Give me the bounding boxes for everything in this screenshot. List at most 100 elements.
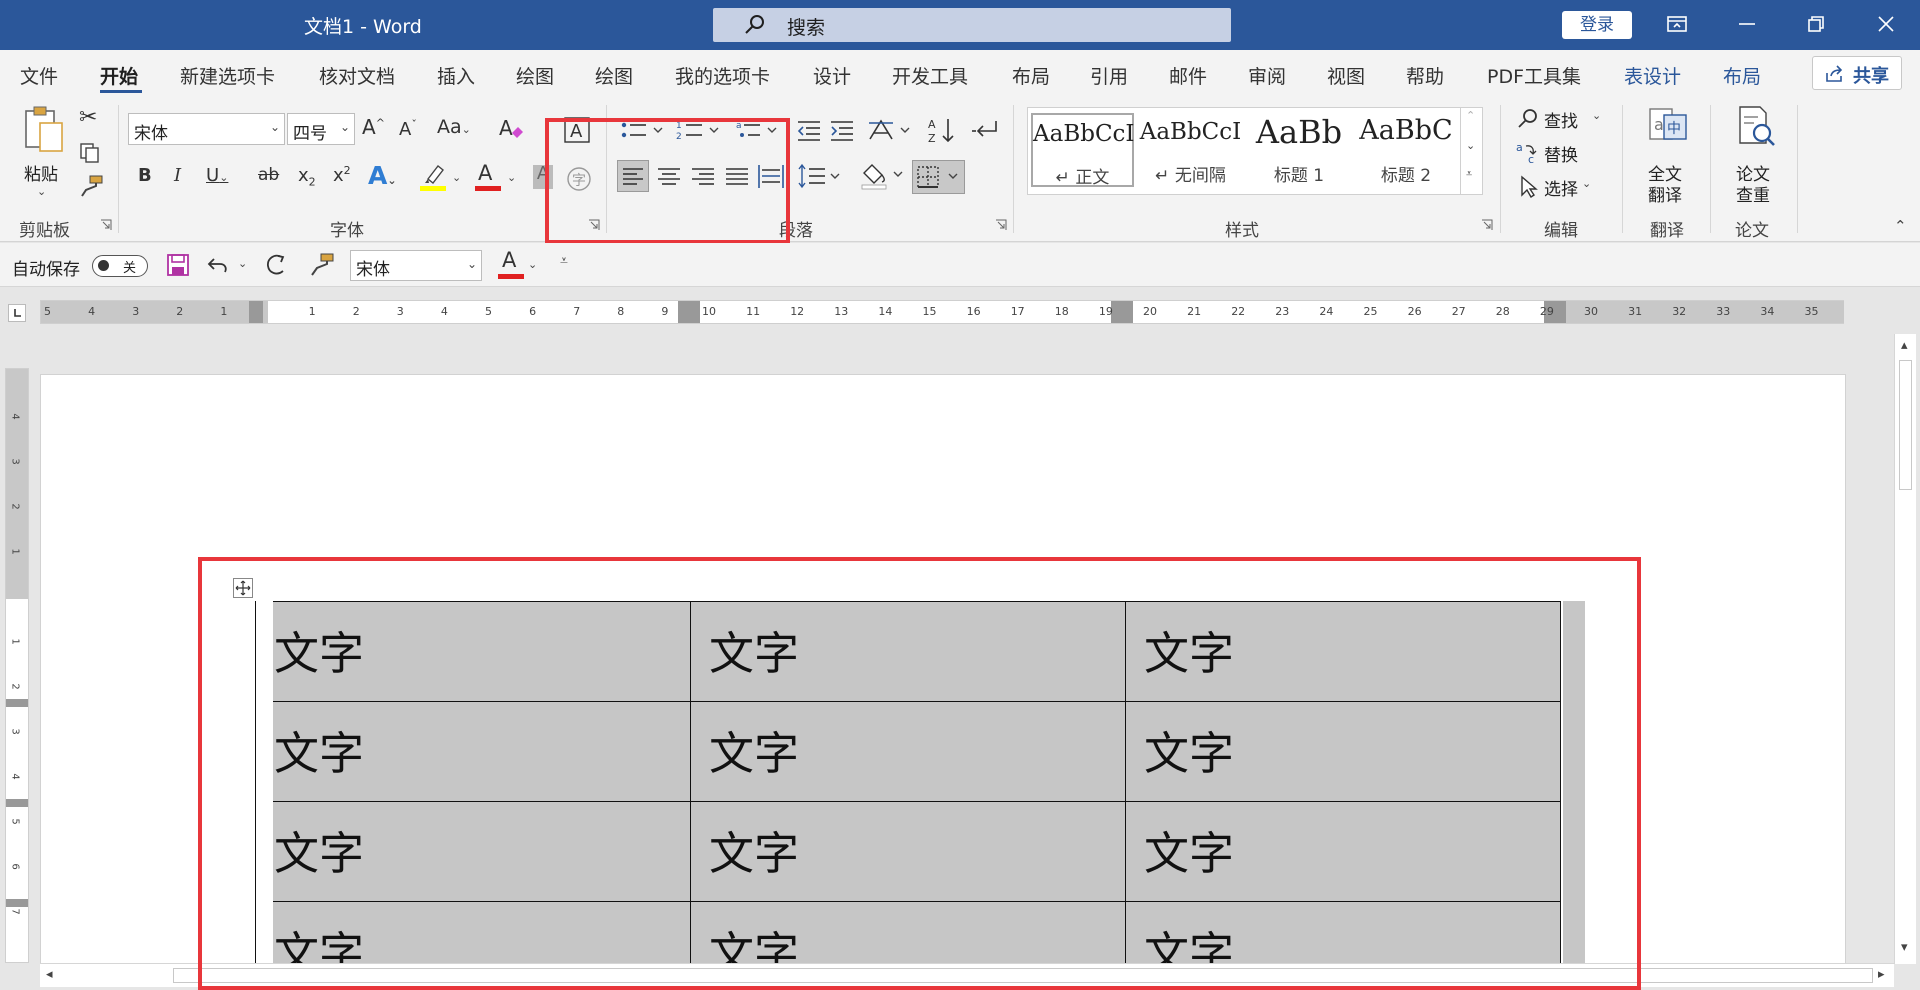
tab-new-tab[interactable]: 新建选项卡 (180, 62, 275, 89)
scroll-left-icon[interactable]: ◂ (46, 967, 53, 982)
chinese-layout-icon[interactable] (867, 117, 913, 143)
tab-table-design[interactable]: 表设计 (1624, 62, 1681, 89)
select-button[interactable]: 选择 ⌄ (1516, 173, 1602, 201)
styles-dialog-launcher-icon[interactable] (1481, 219, 1493, 231)
font-name-select[interactable]: 宋体 ⌄ (128, 113, 285, 145)
row-marker[interactable] (6, 899, 28, 907)
tab-draw-2[interactable]: 绘图 (595, 62, 633, 89)
decrease-indent-icon[interactable] (796, 119, 822, 143)
font-color-icon: A (502, 248, 517, 272)
expand-gallery-icon[interactable]: ⩡ (1466, 167, 1472, 181)
share-button[interactable]: 共享 (1812, 56, 1902, 90)
paste-button[interactable]: 粘贴 ⌄ (18, 105, 68, 201)
qat-font-select[interactable]: 宋体 ⌄ (350, 250, 482, 281)
highlight-color-button[interactable]: ⌄ (420, 163, 461, 197)
row-marker[interactable] (6, 799, 28, 807)
cut-icon[interactable]: ✂ (79, 107, 97, 129)
font-color-button[interactable]: A ⌄ (475, 163, 516, 197)
tab-pdf-tools[interactable]: PDF工具集 (1487, 62, 1581, 89)
find-button[interactable]: 查找 ⌄ (1516, 105, 1602, 133)
text-effects-icon[interactable]: A⌄ (368, 163, 397, 188)
paragraph-dialog-launcher-icon[interactable] (995, 219, 1007, 231)
font-size-select[interactable]: 四号 ⌄ (287, 113, 355, 145)
scroll-right-icon[interactable]: ▸ (1878, 967, 1885, 982)
tab-home[interactable]: 开始 (100, 62, 138, 89)
format-painter-icon[interactable] (78, 174, 104, 198)
tab-layout[interactable]: 布局 (1012, 62, 1050, 89)
scroll-down-icon[interactable]: ⌄ (1466, 139, 1475, 152)
paste-dropdown-arrow: ⌄ (37, 185, 47, 198)
row-marker[interactable] (6, 699, 28, 707)
copy-icon[interactable] (78, 141, 102, 165)
restore-button[interactable] (1786, 0, 1846, 50)
column-marker[interactable] (249, 301, 263, 323)
scroll-down-icon[interactable]: ▾ (1901, 940, 1908, 955)
highlight-color-bar (420, 186, 446, 191)
thesis-check-button[interactable]: 论文 查重 (1728, 105, 1784, 206)
tab-proofread[interactable]: 核对文档 (319, 62, 395, 89)
horizontal-ruler[interactable]: 5 4 3 2 1 1 2 3 4 5 6 7 8 9 10 11 12 13 14 15 16 17 18 19 20 21 22… (40, 300, 1844, 324)
format-painter-qat-icon[interactable] (308, 252, 336, 278)
clipboard-dialog-launcher-icon[interactable] (100, 219, 112, 231)
tab-table-layout[interactable]: 布局 (1723, 62, 1761, 89)
grow-font-icon[interactable]: A^ (362, 117, 385, 137)
scroll-up-icon[interactable]: ▴ (1901, 338, 1908, 353)
close-button[interactable] (1856, 0, 1916, 50)
vertical-scrollbar[interactable]: ▴ ▾ (1894, 334, 1916, 964)
style-card-no-spacing[interactable]: AaBbCcI ↵ 无间隔 (1138, 113, 1243, 187)
superscript-icon[interactable]: x2 (333, 165, 351, 185)
group-separator (118, 105, 119, 233)
underline-icon[interactable]: U⌄ (206, 167, 228, 185)
subscript-icon[interactable]: x2 (298, 167, 316, 188)
style-card-heading-2[interactable]: AaBbC 标题 2 (1354, 113, 1458, 187)
tab-developer[interactable]: 开发工具 (892, 62, 968, 89)
tab-mailings[interactable]: 邮件 (1169, 62, 1207, 89)
vertical-scroll-thumb[interactable] (1899, 360, 1912, 490)
column-marker[interactable] (1111, 301, 1133, 323)
borders-button[interactable] (912, 160, 965, 194)
full-text-translate-button[interactable]: a中 全文 翻译 (1640, 105, 1696, 206)
line-spacing-icon[interactable] (797, 161, 843, 191)
tab-help[interactable]: 帮助 (1406, 62, 1444, 89)
scroll-up-icon[interactable]: ⌃ (1466, 109, 1475, 122)
redo-icon[interactable] (264, 252, 290, 278)
tab-my-tab[interactable]: 我的选项卡 (675, 62, 770, 89)
tab-design[interactable]: 设计 (813, 62, 851, 89)
sort-icon[interactable]: AZ (928, 117, 958, 145)
translate-label-line2: 翻译 (1648, 186, 1682, 206)
ruler-tick-label: 5 (485, 305, 492, 318)
tab-review[interactable]: 审阅 (1248, 62, 1286, 89)
ribbon-display-options-button[interactable] (1647, 0, 1707, 50)
style-card-normal[interactable]: AaBbCcI ↵ 正文 (1031, 113, 1135, 188)
autosave-toggle[interactable]: 关 (92, 255, 148, 277)
save-icon[interactable] (166, 253, 190, 277)
login-button[interactable]: 登录 (1562, 11, 1632, 39)
search-input[interactable]: 搜索 (713, 8, 1231, 42)
customize-qat-icon[interactable]: ⩡ (560, 253, 568, 269)
shrink-font-icon[interactable]: Aˇ (399, 119, 417, 139)
show-formatting-marks-icon[interactable] (970, 117, 1000, 145)
collapse-ribbon-icon[interactable]: ⌃ (1894, 217, 1907, 235)
vertical-ruler[interactable]: 4 3 2 1 1 2 3 4 5 6 7 (5, 368, 29, 963)
qat-font-color-button[interactable]: A ⌄ (498, 250, 538, 282)
tab-selector-icon[interactable] (8, 304, 26, 322)
tab-draw-1[interactable]: 绘图 (516, 62, 554, 89)
tab-insert[interactable]: 插入 (437, 62, 475, 89)
increase-indent-icon[interactable] (829, 119, 855, 143)
tab-references[interactable]: 引用 (1090, 62, 1128, 89)
column-marker[interactable] (678, 301, 700, 323)
tab-view[interactable]: 视图 (1327, 62, 1365, 89)
style-card-heading-1[interactable]: AaBb 标题 1 (1246, 113, 1352, 187)
italic-icon[interactable]: I (174, 167, 181, 185)
undo-icon[interactable] (206, 253, 232, 277)
replace-button[interactable]: ac 替换 (1516, 139, 1602, 167)
tab-file[interactable]: 文件 (20, 62, 58, 89)
strikethrough-icon[interactable]: ab (258, 167, 279, 184)
shading-icon[interactable] (860, 159, 906, 191)
undo-dropdown-icon[interactable]: ⌄ (238, 257, 247, 270)
minimize-button[interactable] (1717, 0, 1777, 50)
ruler-tick-label: 21 (1187, 305, 1202, 318)
clear-formatting-icon[interactable]: A (498, 115, 524, 143)
change-case-icon[interactable]: Aa⌄ (437, 118, 471, 137)
bold-icon[interactable]: B (138, 167, 152, 185)
